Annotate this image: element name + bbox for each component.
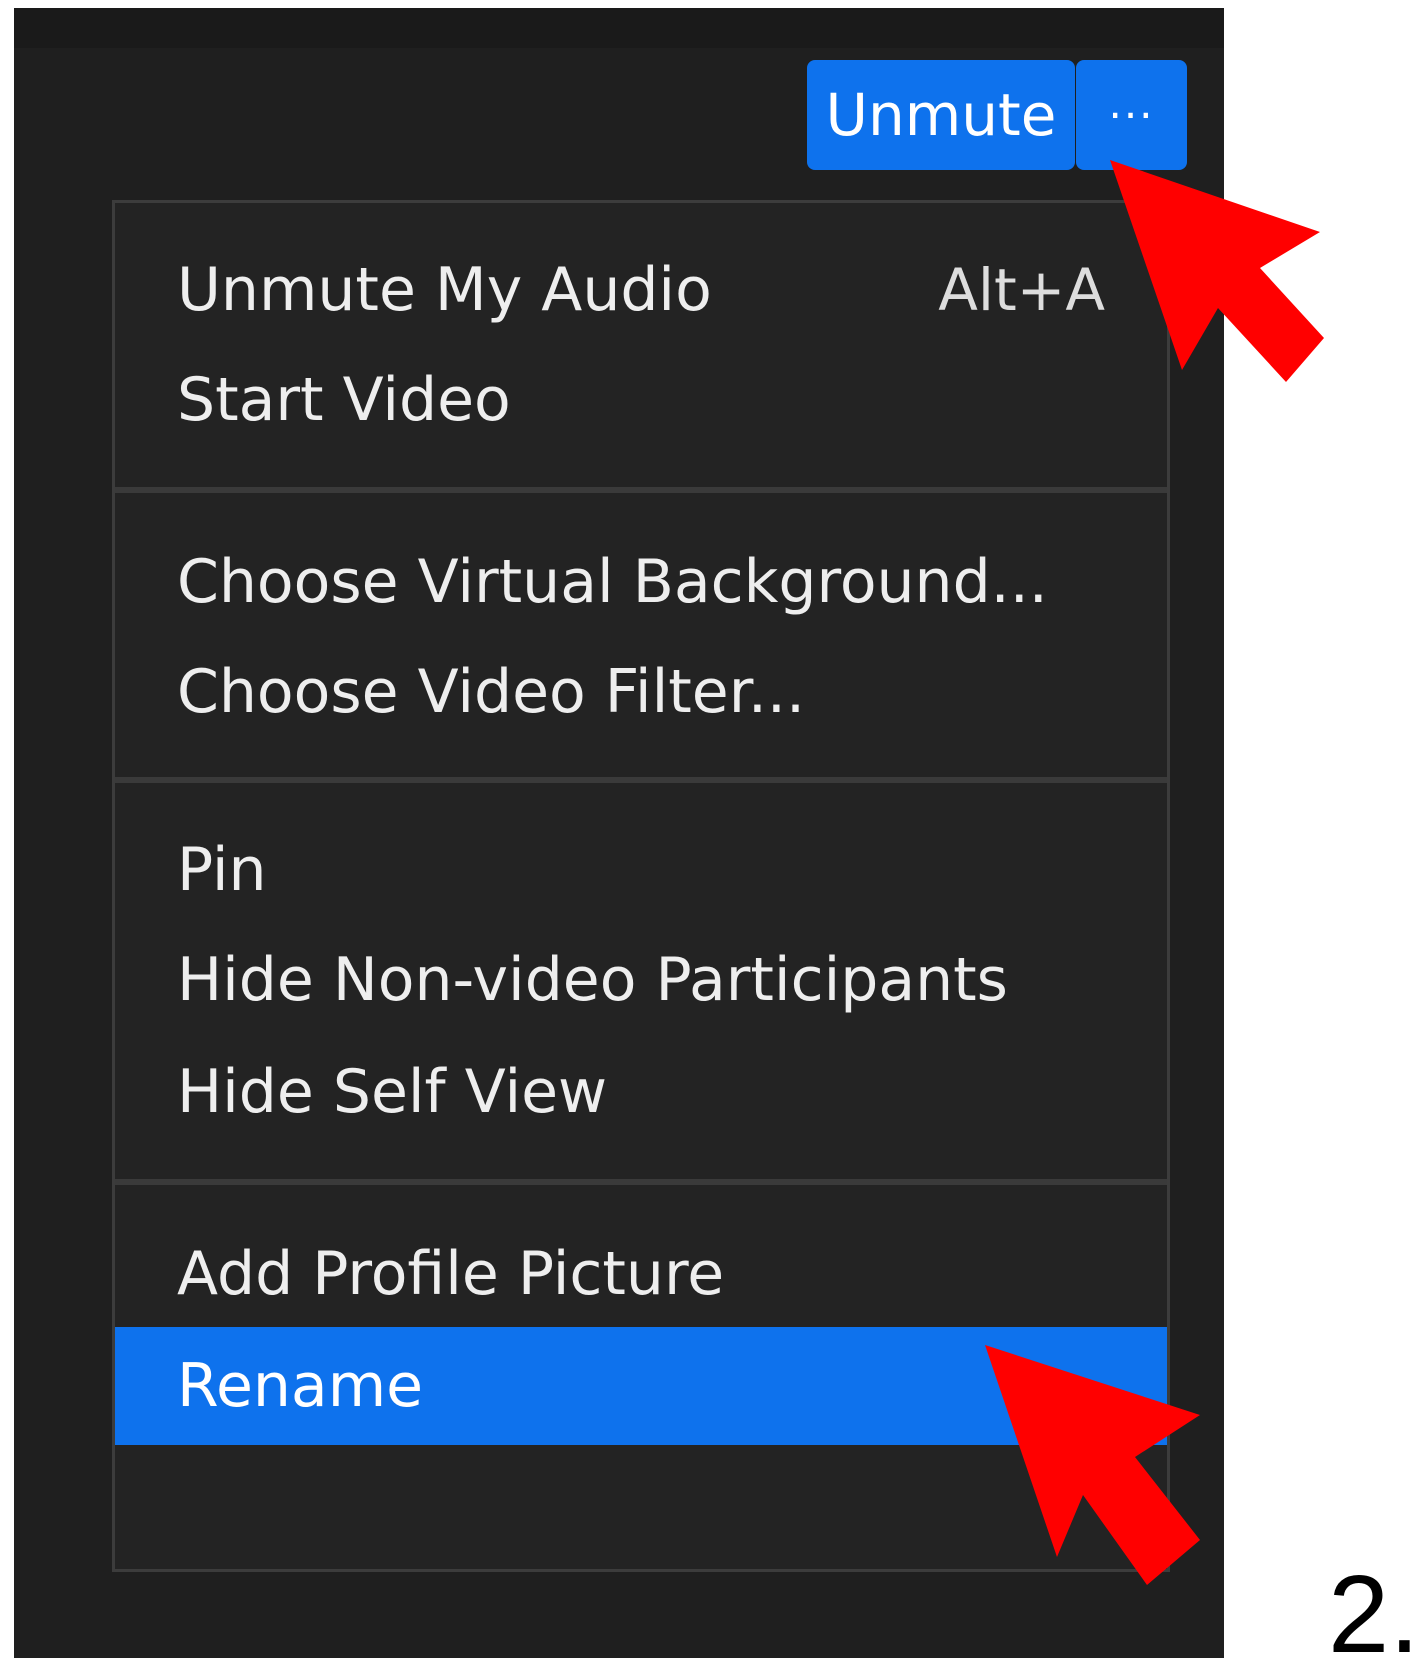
arrow-icon xyxy=(1110,160,1324,382)
unmute-button[interactable]: Unmute xyxy=(807,60,1075,170)
menu-item-label: Hide Self View xyxy=(177,1057,608,1127)
menu-item-label: Hide Non-video Participants xyxy=(177,945,1008,1015)
menu-divider xyxy=(115,777,1167,783)
menu-item-hide-self-view[interactable]: Hide Self View xyxy=(115,1033,1167,1151)
menu-item-start-video[interactable]: Start Video xyxy=(115,341,1167,459)
menu-item-shortcut: Alt+A xyxy=(938,256,1105,324)
screenshot-stage: Unmute ··· Unmute My Audio Alt+A Start V… xyxy=(0,0,1414,1675)
arrow-icon xyxy=(985,1345,1200,1585)
menu-item-label: Rename xyxy=(177,1351,424,1421)
menu-item-choose-video-filter[interactable]: Choose Video Filter... xyxy=(115,633,1167,751)
menu-item-unmute-my-audio[interactable]: Unmute My Audio Alt+A xyxy=(115,231,1167,349)
menu-item-add-profile-picture[interactable]: Add Profile Picture xyxy=(115,1215,1167,1333)
arrow-shape-lower xyxy=(985,1345,1200,1585)
more-icon: ··· xyxy=(1108,90,1155,140)
menu-item-label: Add Profile Picture xyxy=(177,1239,725,1309)
more-options-button[interactable]: ··· xyxy=(1076,60,1187,170)
menu-item-choose-virtual-background[interactable]: Choose Virtual Background... xyxy=(115,523,1167,641)
arrow-shape-upper xyxy=(1110,160,1324,382)
menu-divider xyxy=(115,487,1167,493)
menu-item-hide-non-video-participants[interactable]: Hide Non-video Participants xyxy=(115,921,1167,1039)
menu-item-label: Choose Virtual Background... xyxy=(177,547,1048,617)
menu-divider xyxy=(115,1179,1167,1185)
menu-item-pin[interactable]: Pin xyxy=(115,811,1167,929)
menu-item-label: Start Video xyxy=(177,365,511,435)
step-number-label: 2. xyxy=(1328,1553,1414,1675)
menu-item-label: Unmute My Audio xyxy=(177,255,712,325)
panel-top-band xyxy=(14,8,1224,48)
menu-item-label: Choose Video Filter... xyxy=(177,657,806,727)
menu-item-label: Pin xyxy=(177,835,267,905)
